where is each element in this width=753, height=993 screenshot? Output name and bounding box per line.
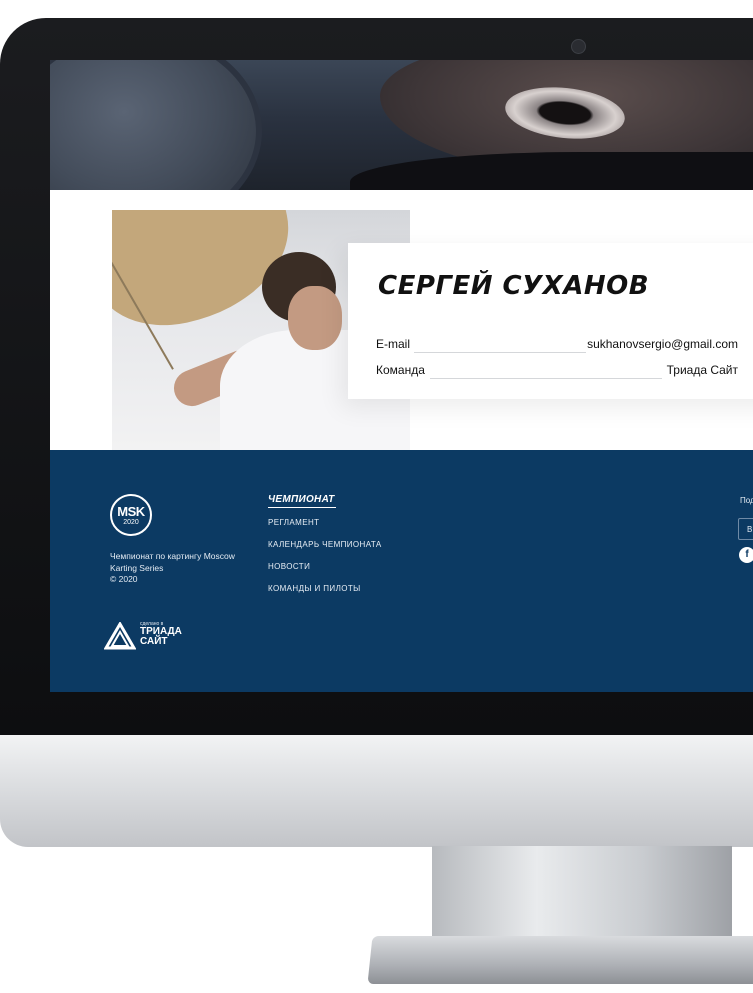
webcam-icon: [571, 39, 586, 54]
team-label: Команда: [376, 363, 425, 377]
team-divider: [430, 378, 662, 379]
footer-description: Чемпионат по картингу Moscow Karting Ser…: [110, 551, 235, 573]
logo-year: 2020: [123, 519, 139, 526]
email-divider: [414, 352, 586, 353]
msk-emblem-icon[interactable]: MSK 2020: [110, 494, 152, 536]
person-face-graphic: [288, 286, 342, 350]
website-screen: СЕРГЕЙ СУХАНОВ E-mail sukhanovsergio@gma…: [50, 60, 753, 692]
subscribe-input[interactable]: В: [738, 518, 753, 540]
monitor-stand-neck: [432, 846, 732, 941]
developer-name-line2: САЙТ: [140, 636, 168, 647]
email-label: E-mail: [376, 337, 411, 351]
team-row: Команда Триада Сайт: [376, 363, 748, 383]
team-value[interactable]: Триада Сайт: [667, 363, 738, 377]
logo-text: MSK: [117, 504, 145, 519]
pilot-name: СЕРГЕЙ СУХАНОВ: [378, 271, 650, 301]
monitor-chin: [0, 735, 753, 847]
site-footer: MSK 2020 Чемпионат по картингу Moscow Ka…: [50, 450, 753, 692]
email-value[interactable]: sukhanovsergio@gmail.com: [587, 337, 738, 351]
balaclava-graphic: [350, 152, 753, 190]
helmet-graphic: [50, 60, 262, 190]
nav-link-calendar[interactable]: КАЛЕНДАРЬ ЧЕМПИОНАТА: [268, 540, 382, 549]
subscribe-label: Под: [740, 496, 753, 505]
monitor-stand-foot: [367, 936, 753, 984]
developer-logo[interactable]: сделано в ТРИАДА САЙТ: [103, 621, 182, 652]
email-row: E-mail sukhanovsergio@gmail.com: [376, 337, 748, 357]
footer-copyright: © 2020: [110, 574, 138, 584]
triada-logo-icon: [103, 621, 137, 650]
footer-nav-underline: [268, 507, 336, 508]
developer-name: ТРИАДА САЙТ: [140, 627, 182, 647]
pilot-info-card: СЕРГЕЙ СУХАНОВ E-mail sukhanovsergio@gma…: [348, 243, 753, 399]
nav-link-teams-pilots[interactable]: КОМАНДЫ И ПИЛОТЫ: [268, 584, 361, 593]
pilot-profile-section: СЕРГЕЙ СУХАНОВ E-mail sukhanovsergio@gma…: [50, 190, 753, 450]
hero-banner-image: [50, 60, 753, 190]
facebook-icon[interactable]: f: [739, 547, 753, 563]
nav-link-regulations[interactable]: РЕГЛАМЕНТ: [268, 518, 319, 527]
nav-link-news[interactable]: НОВОСТИ: [268, 562, 310, 571]
footer-nav-title: ЧЕМПИОНАТ: [268, 494, 335, 505]
